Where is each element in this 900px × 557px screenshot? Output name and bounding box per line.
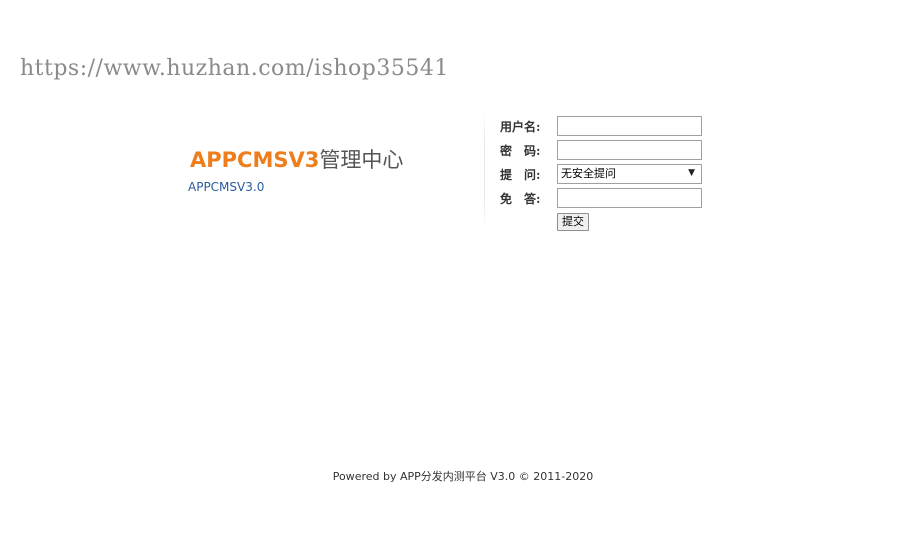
watermark-text: https://www.huzhan.com/ishop35541 bbox=[20, 56, 449, 81]
brand-version: APPCMSV3.0 bbox=[188, 180, 265, 194]
password-row: 密 码: bbox=[500, 138, 702, 162]
password-label: 密 码: bbox=[500, 143, 541, 158]
brand-block: APPCMSV3管理中心 APPCMSV3.0 bbox=[188, 146, 403, 194]
answer-label: 免 答: bbox=[500, 191, 541, 206]
brand-title: APPCMSV3管理中心 bbox=[190, 146, 403, 174]
security-question-select[interactable]: 无安全提问 ▼ bbox=[557, 164, 702, 184]
question-label: 提 问: bbox=[500, 167, 541, 182]
login-form: 用户名: 密 码: 提 问: 无安全提问 ▼ 免 答: 提交 bbox=[500, 114, 702, 234]
question-row: 提 问: 无安全提问 ▼ bbox=[500, 162, 702, 186]
answer-input[interactable] bbox=[557, 188, 702, 208]
username-label: 用户名: bbox=[500, 119, 541, 134]
brand-title-en: APPCMSV3 bbox=[190, 148, 320, 172]
login-page: https://www.huzhan.com/ishop35541 APPCMS… bbox=[0, 0, 900, 557]
username-row: 用户名: bbox=[500, 114, 702, 138]
submit-button[interactable]: 提交 bbox=[557, 213, 589, 231]
brand-title-cn: 管理中心 bbox=[319, 148, 404, 172]
security-question-value: 无安全提问 bbox=[561, 167, 616, 180]
divider bbox=[484, 110, 485, 230]
chevron-down-icon: ▼ bbox=[688, 168, 695, 178]
submit-row: 提交 bbox=[500, 210, 702, 234]
answer-row: 免 答: bbox=[500, 186, 702, 210]
footer-copyright: Powered by APP分发内测平台 V3.0 © 2011-2020 bbox=[332, 470, 594, 483]
password-input[interactable] bbox=[557, 140, 702, 160]
username-input[interactable] bbox=[557, 116, 702, 136]
